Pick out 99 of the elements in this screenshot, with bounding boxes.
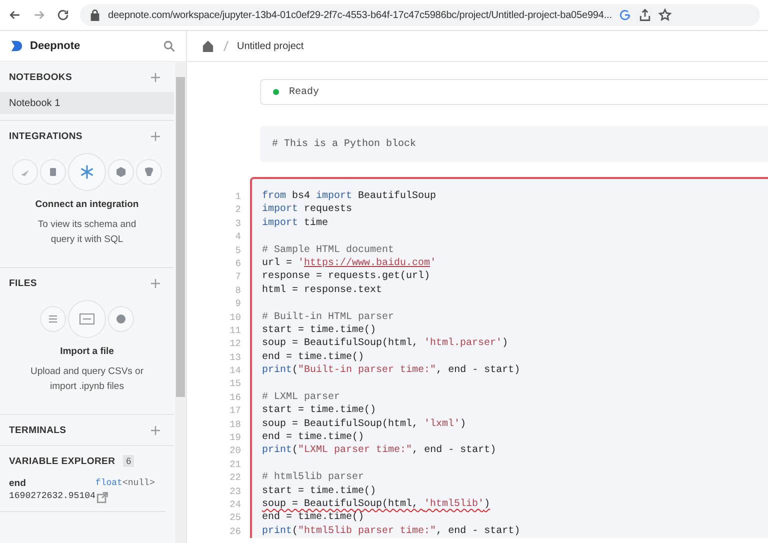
scrollbar-thumb[interactable] [176, 77, 185, 397]
integration-description: To view its schema and [38, 218, 136, 232]
line-number: 11 [230, 324, 241, 338]
line-number: 15 [230, 377, 241, 391]
add-icon[interactable] [151, 426, 160, 434]
variable-type: float<null> [95, 478, 155, 489]
snowflake-icon [68, 153, 106, 191]
reload-icon[interactable] [56, 8, 70, 22]
section-title: INTEGRATIONS [9, 130, 82, 142]
project-breadcrumb[interactable]: Untitled project [237, 40, 304, 52]
count-badge: 6 [123, 455, 134, 467]
line-number: 13 [230, 350, 241, 364]
line-number: 24 [230, 498, 241, 512]
line-number: 21 [230, 458, 241, 472]
github-icon [108, 306, 134, 332]
line-number: 19 [230, 431, 241, 444]
variable-name: end [9, 478, 27, 489]
import-description: Upload and query CSVs or [30, 365, 144, 379]
code-line: soup = BeautifulSoup(html, 'html5lib') [262, 498, 490, 512]
code-line: start = time.time() [262, 324, 376, 338]
integration-icon [136, 159, 162, 185]
variable-value: 1690272632.95104 [9, 491, 96, 503]
line-number: 25 [230, 511, 241, 525]
section-title: TERMINALS [9, 424, 66, 436]
code-line: print("Built-in parser time:", end - start) [262, 364, 520, 378]
scrollbar[interactable] [175, 61, 186, 543]
status-text: Ready [289, 86, 320, 98]
line-number: 18 [230, 418, 241, 432]
section-title: VARIABLE EXPLORER [9, 456, 116, 466]
line-number: 8 [235, 284, 241, 298]
code-line: start = time.time() [262, 484, 376, 498]
line-number: 1 [235, 190, 241, 204]
code-line: # Sample HTML document [262, 244, 394, 257]
code-line: from bs4 import BeautifulSoup [262, 190, 436, 204]
code-line: soup = BeautifulSoup(html, 'lxml') [262, 418, 466, 432]
code-line: start = time.time() [262, 404, 376, 418]
line-number: 7 [235, 270, 241, 284]
import-heading: Import a file [60, 346, 114, 357]
add-icon[interactable] [151, 72, 160, 82]
import-description: import .ipynb files [50, 380, 124, 394]
list-icon [40, 306, 66, 332]
line-number: 23 [230, 484, 241, 498]
csv-file-icon [68, 300, 106, 338]
code-line: response = requests.get(url) [262, 270, 430, 284]
share-icon[interactable] [638, 8, 652, 22]
notebook-item[interactable]: Notebook 1 [0, 92, 174, 114]
external-link-icon[interactable] [95, 491, 110, 505]
line-number: 14 [230, 364, 241, 378]
add-icon[interactable] [151, 278, 160, 288]
block-text: # This is a Python block [272, 138, 416, 150]
brand-name: Deepnote [30, 40, 82, 52]
address-bar[interactable]: deepnote.com/workspace/jupyter-13b4-01c0ef29-2f7c-4553-b64f-17c47c5986bc/project/Untitled-project-ba05e994... [80, 4, 760, 26]
integration-heading: Connect an integration [35, 199, 139, 210]
home-icon[interactable] [201, 39, 215, 53]
code-line: print("html5lib parser time:", end - start) [262, 524, 520, 538]
line-number: 17 [230, 404, 241, 418]
line-number: 20 [230, 444, 241, 458]
code-line: end = time.time() [262, 511, 364, 525]
code-line: # Built-in HTML parser [262, 310, 394, 324]
code-line: # html5lib parser [262, 471, 364, 485]
code-cell[interactable] [250, 177, 768, 538]
search-icon[interactable] [162, 39, 176, 53]
code-line: soup = BeautifulSoup(html, 'html.parser') [262, 337, 508, 351]
breadcrumb-separator [223, 41, 229, 51]
url-text: deepnote.com/workspace/jupyter-13b4-01c0ef29-2f7c-4553-b64f-17c47c5986bc/project/Untitled-project-ba05e994... [108, 10, 612, 20]
integration-icon [108, 159, 134, 185]
star-icon[interactable] [658, 8, 672, 22]
line-number: 4 [235, 230, 241, 244]
status-dot [273, 89, 279, 95]
line-number: 26 [230, 524, 241, 538]
section-title: FILES [9, 278, 37, 288]
code-line: # LXML parser [262, 390, 340, 404]
line-number: 6 [235, 256, 241, 270]
line-number: 16 [230, 390, 241, 404]
code-line: print("LXML parser time:", end - start) [262, 444, 496, 458]
line-number: 22 [230, 471, 241, 485]
integration-icon [40, 159, 66, 185]
add-icon[interactable] [151, 132, 160, 140]
line-number: 5 [235, 244, 241, 257]
line-number: 3 [235, 216, 241, 230]
forward-icon[interactable] [32, 8, 46, 22]
line-number: 10 [230, 310, 241, 324]
code-line: html = response.text [262, 284, 382, 298]
code-line: import requests [262, 203, 352, 217]
line-number: 12 [230, 337, 241, 351]
integration-description: query it with SQL [50, 233, 124, 247]
code-line: end = time.time() [262, 350, 364, 364]
line-number: 2 [235, 203, 241, 217]
code-line: import time [262, 216, 328, 230]
section-title: NOTEBOOKS [9, 72, 72, 82]
integration-icon [12, 159, 38, 185]
code-line: url = 'https://www.baidu.com' [262, 256, 436, 270]
logo-icon [10, 39, 24, 53]
lock-icon [88, 8, 102, 22]
line-number: 9 [235, 297, 241, 311]
markdown-block[interactable]: # This is a Python block [260, 126, 768, 162]
code-line: end = time.time() [262, 431, 364, 444]
g-logo-icon [618, 8, 632, 22]
back-icon[interactable] [8, 8, 22, 22]
